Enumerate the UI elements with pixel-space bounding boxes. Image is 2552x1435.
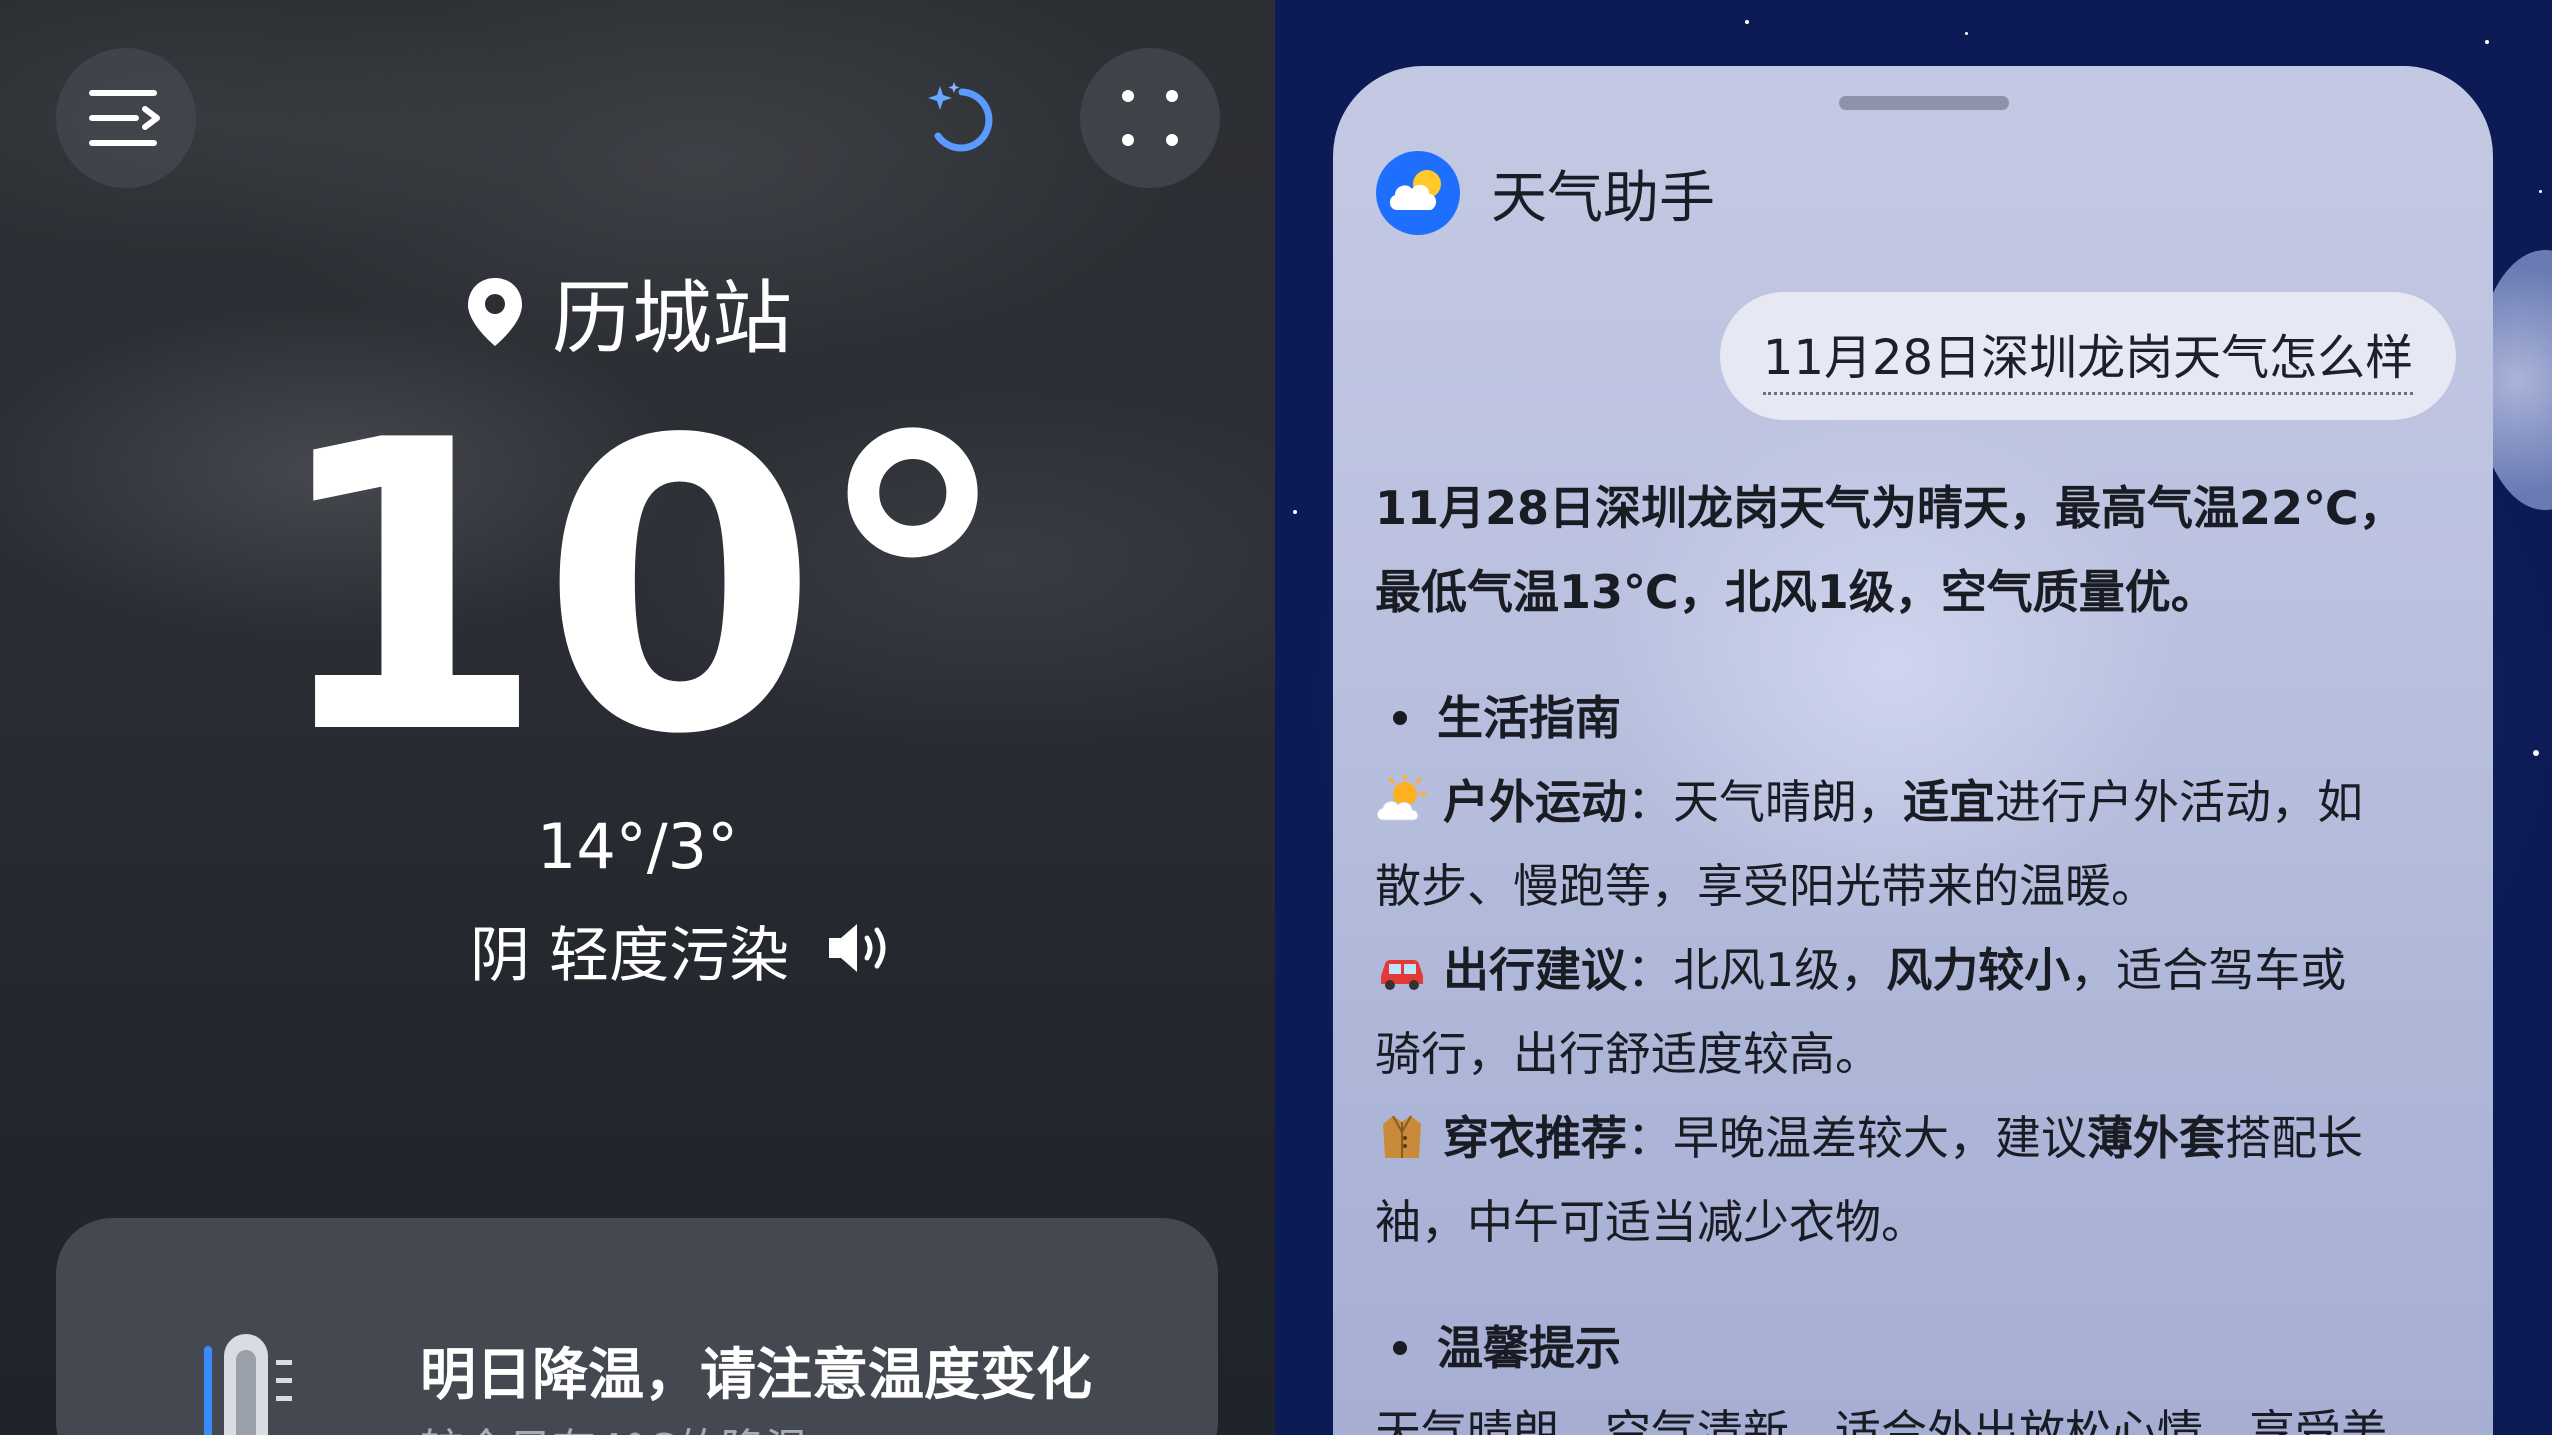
ai-refresh-button[interactable]	[920, 78, 1004, 162]
tip-clothing: 穿衣推荐：早晚温差较大，建议薄外套搭配长 袖，中午可适当减少衣物。	[1375, 1096, 2475, 1264]
alert-title: 明日降温，请注意温度变化	[420, 1343, 1092, 1408]
section-heading-tips: 温馨提示	[1375, 1306, 2475, 1390]
tip-label: 户外运动	[1443, 775, 1627, 829]
star	[1745, 20, 1749, 24]
weather-alert-card[interactable]: 明日降温，请注意温度变化 较今日有4°C的降温	[56, 1218, 1218, 1435]
star	[2539, 190, 2542, 193]
menu-button[interactable]	[56, 48, 196, 188]
ai-refresh-icon	[928, 82, 993, 152]
user-query-text: 11月28日深圳龙岗天气怎么样	[1762, 318, 2414, 395]
tip-text: 搭配长	[2225, 1111, 2363, 1165]
current-temperature: 10°	[268, 357, 1013, 822]
coat-icon	[1383, 1115, 1421, 1158]
location-pin-icon	[468, 278, 522, 346]
star	[1293, 510, 1297, 514]
tip-emphasis: 适宜	[1903, 775, 1995, 829]
sun-behind-cloud-icon	[1376, 774, 1427, 821]
bullet-icon	[1393, 711, 1407, 725]
tip-text: ：早晚温差较大，建议	[1627, 1111, 2087, 1165]
condition-row: 阴 轻度污染	[470, 905, 897, 995]
assistant-title: 天气助手	[1491, 165, 1715, 231]
tip-text: 袖，中午可适当减少衣物。	[1375, 1195, 1927, 1249]
weather-app-panel: 历城站 10° 14°/3° 阴 轻度污染 明日降温，请注意温度变化 较今日有4…	[0, 0, 1275, 1435]
menu-icon	[89, 90, 160, 146]
summary-line: 最低气温13℃，北风1级，空气质量优。	[1375, 565, 2217, 619]
summary-line: 11月28日深圳龙岗天气为晴天，最高气温22℃，	[1375, 481, 2405, 535]
tips-text: 天气晴朗，空气清新，适合外出放松心情，享受美	[1375, 1405, 2387, 1435]
answer-summary: 11月28日深圳龙岗天气为晴天，最高气温22℃， 最低气温13℃，北风1级，空气…	[1375, 466, 2475, 634]
star	[2533, 750, 2539, 756]
car-icon	[1381, 960, 1423, 990]
tip-text: 散步、慢跑等，享受阳光带来的温暖。	[1375, 859, 2157, 913]
alert-subtitle: 较今日有4°C的降温	[420, 1414, 809, 1435]
more-options-button[interactable]	[1080, 48, 1220, 188]
weather-condition: 阴 轻度污染	[470, 920, 790, 991]
star	[1965, 32, 1968, 35]
tip-text: 进行户外活动，如	[1995, 775, 2363, 829]
user-query-bubble[interactable]: 11月28日深圳龙岗天气怎么样	[1720, 292, 2456, 420]
bullet-icon	[1393, 1341, 1407, 1355]
tip-travel: 出行建议：北风1级，风力较小，适合驾车或 骑行，出行舒适度较高。	[1375, 928, 2475, 1096]
thermometer-down-icon	[204, 1334, 292, 1435]
temperature-range: 14°/3°	[536, 810, 739, 883]
tip-emphasis: 薄外套	[2087, 1111, 2225, 1165]
location-row[interactable]: 历城站	[466, 262, 792, 365]
tip-label: 穿衣推荐	[1443, 1111, 1627, 1165]
tip-text: ，适合驾车或	[2070, 943, 2347, 997]
section-heading-life: 生活指南	[1375, 676, 2475, 760]
tip-outdoor: 户外运动：天气晴朗，适宜进行户外活动，如 散步、慢跑等，享受阳光带来的温暖。	[1375, 760, 2475, 928]
location-name: 历城站	[552, 272, 792, 365]
speaker-icon	[829, 924, 886, 972]
tip-text: ：天气晴朗，	[1627, 775, 1903, 829]
tip-emphasis: 风力较小	[1886, 943, 2071, 997]
assistant-sheet: 天气助手 11月28日深圳龙岗天气怎么样 11月28日深圳龙岗天气为晴天，最高气…	[1333, 66, 2493, 1435]
tip-label: 出行建议	[1443, 943, 1627, 997]
assistant-answer: 11月28日深圳龙岗天气为晴天，最高气温22℃， 最低气温13℃，北风1级，空气…	[1375, 466, 2475, 1435]
section-heading-text: 生活指南	[1437, 691, 1621, 745]
drag-handle[interactable]	[1839, 96, 2009, 110]
speak-button[interactable]	[825, 920, 897, 980]
section-heading-text: 温馨提示	[1437, 1321, 1621, 1375]
assistant-header: 天气助手	[1375, 150, 1715, 236]
assistant-panel: 天气助手 11月28日深圳龙岗天气怎么样 11月28日深圳龙岗天气为晴天，最高气…	[1275, 0, 2552, 1435]
weather-assistant-logo-icon	[1376, 151, 1460, 235]
tip-text: ：北风1级，	[1627, 943, 1887, 997]
star	[2485, 40, 2489, 44]
tip-text: 骑行，出行舒适度较高。	[1375, 1027, 1881, 1081]
grid-dots-icon	[1122, 90, 1178, 146]
